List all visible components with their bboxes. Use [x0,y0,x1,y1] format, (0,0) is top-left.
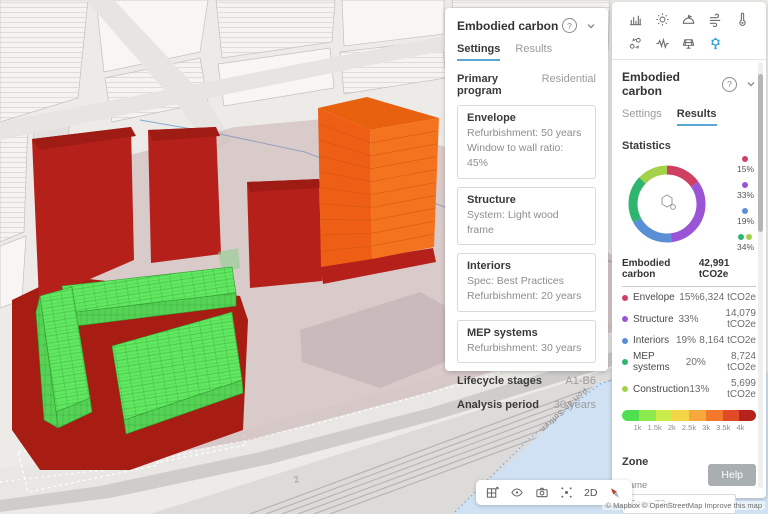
scale-cell [622,410,639,421]
scale-tick: 2.5k [680,423,697,432]
tab-results[interactable]: Results [515,43,552,61]
category-dot [622,386,628,392]
legend-dot [742,182,748,188]
compass-icon[interactable] [608,486,622,500]
settings-panel-tabs: Settings Results [457,43,596,61]
category-dot [622,316,628,322]
scale-cell [672,410,689,421]
category-dot [622,359,628,365]
interiors-card[interactable]: Interiors Spec: Best Practices Refurbish… [457,253,596,311]
heat-scale-ticks: 1k1.5k2k2.5k3k3.5k4k [622,423,756,432]
structure-card[interactable]: Structure System: Light wood frame [457,187,596,245]
lifecycle-stages-label: Lifecycle stages [457,375,542,387]
legend-dot [742,156,748,162]
scale-tick: 4k [732,423,749,432]
building-red-3[interactable] [247,179,322,288]
legend-entry: 19% [737,208,754,226]
help-icon[interactable]: ? [722,77,737,92]
lifecycle-stages-value[interactable]: A1-B6 [565,375,596,387]
scale-cell [656,410,673,421]
tab-settings[interactable]: Settings [457,43,500,61]
total-value: 42,991 tCO2e [699,258,756,280]
building-orange-tower[interactable] [318,97,439,284]
breakdown-row-mep-systems: MEP systems 20% 8,724 tCO2e [622,351,756,373]
microclimate-icon[interactable] [624,35,646,52]
legend-dot [742,208,748,214]
legend-entry: 33% [737,182,754,200]
envelope-card[interactable]: Envelope Refurbishment: 50 years Window … [457,105,596,179]
scale-cell [689,410,706,421]
analysis-toolbar [612,2,766,60]
embodied-carbon-donut-chart [622,159,712,249]
legend-dot [746,234,752,240]
scale-tick: 2k [663,423,680,432]
legend-entry: 34% [737,234,754,252]
app-window: 2 Port de Suffren [0,0,768,514]
wind-icon[interactable] [705,11,727,28]
tab-results[interactable]: Results [677,108,717,126]
area-metrics-icon[interactable] [624,11,646,28]
legend-entry: 15% [737,156,754,174]
scale-tick: 1.5k [646,423,663,432]
donut-legend: 15% 33% 19% 34% [737,156,754,252]
tab-settings[interactable]: Settings [622,108,662,126]
panel-title: Embodied carbon [622,70,722,98]
embodied-carbon-settings-panel: Embodied carbon ? Settings Results Prima… [445,8,608,371]
temperature-icon[interactable] [732,11,754,28]
mep-systems-card[interactable]: MEP systems Refurbishment: 30 years [457,320,596,363]
breakdown-row-structure: Structure 33% 14,079 tCO2e [622,308,756,330]
2d-view-button[interactable]: 2D [584,487,597,499]
co2-molecule-icon [662,195,675,209]
scale-cell [706,410,723,421]
daylight-icon[interactable] [678,11,700,28]
category-dot [622,295,628,301]
scale-cell [723,410,740,421]
noise-icon[interactable] [651,35,673,52]
breakdown-row-construction: Construction 13% 5,699 tCO2e [622,378,756,400]
solar-energy-icon[interactable] [678,35,700,52]
embodied-carbon-total-row: Embodied carbon 42,991 tCO2e [622,258,756,287]
breakdown-row-envelope: Envelope 15% 6,324 tCO2e [622,292,756,303]
panel-title: Embodied carbon [457,19,558,33]
scrollbar-thumb[interactable] [758,74,763,232]
focus-selection-icon[interactable] [560,486,573,499]
visibility-icon[interactable] [510,486,524,499]
building-red-2[interactable] [148,127,221,263]
primary-program-value[interactable]: Residential [542,73,596,85]
map-attribution[interactable]: © Mapbox © OpenStreetMap Improve this ma… [602,501,765,510]
category-dot [622,338,628,344]
scale-tick: 3k [698,423,715,432]
help-icon[interactable]: ? [562,18,577,33]
chevron-down-icon[interactable] [586,21,596,31]
chevron-down-icon[interactable] [746,79,756,89]
primary-program-label: Primary program [457,73,542,97]
scale-tick: 3.5k [715,423,732,432]
camera-icon[interactable] [535,486,549,499]
scale-cell [739,410,756,421]
help-button[interactable]: Help [708,464,756,486]
breakdown-row-interiors: Interiors 19% 8,164 tCO2e [622,335,756,346]
panel-scrollbar[interactable] [758,62,763,488]
plan-view-icon[interactable] [486,486,499,499]
embodied-carbon-icon[interactable] [705,35,727,52]
heat-scale-bar [622,410,756,421]
scale-tick: 1k [629,423,646,432]
scale-cell [639,410,656,421]
analysis-period-label: Analysis period [457,399,539,411]
sun-hours-icon[interactable] [651,11,673,28]
embodied-carbon-results-panel: Embodied carbon ? Settings Results Stati… [612,2,766,498]
legend-dot [738,234,744,240]
statistics-label: Statistics [622,140,756,152]
analysis-period-value[interactable]: 30 years [554,399,596,411]
results-panel-tabs: Settings Results [622,108,756,126]
